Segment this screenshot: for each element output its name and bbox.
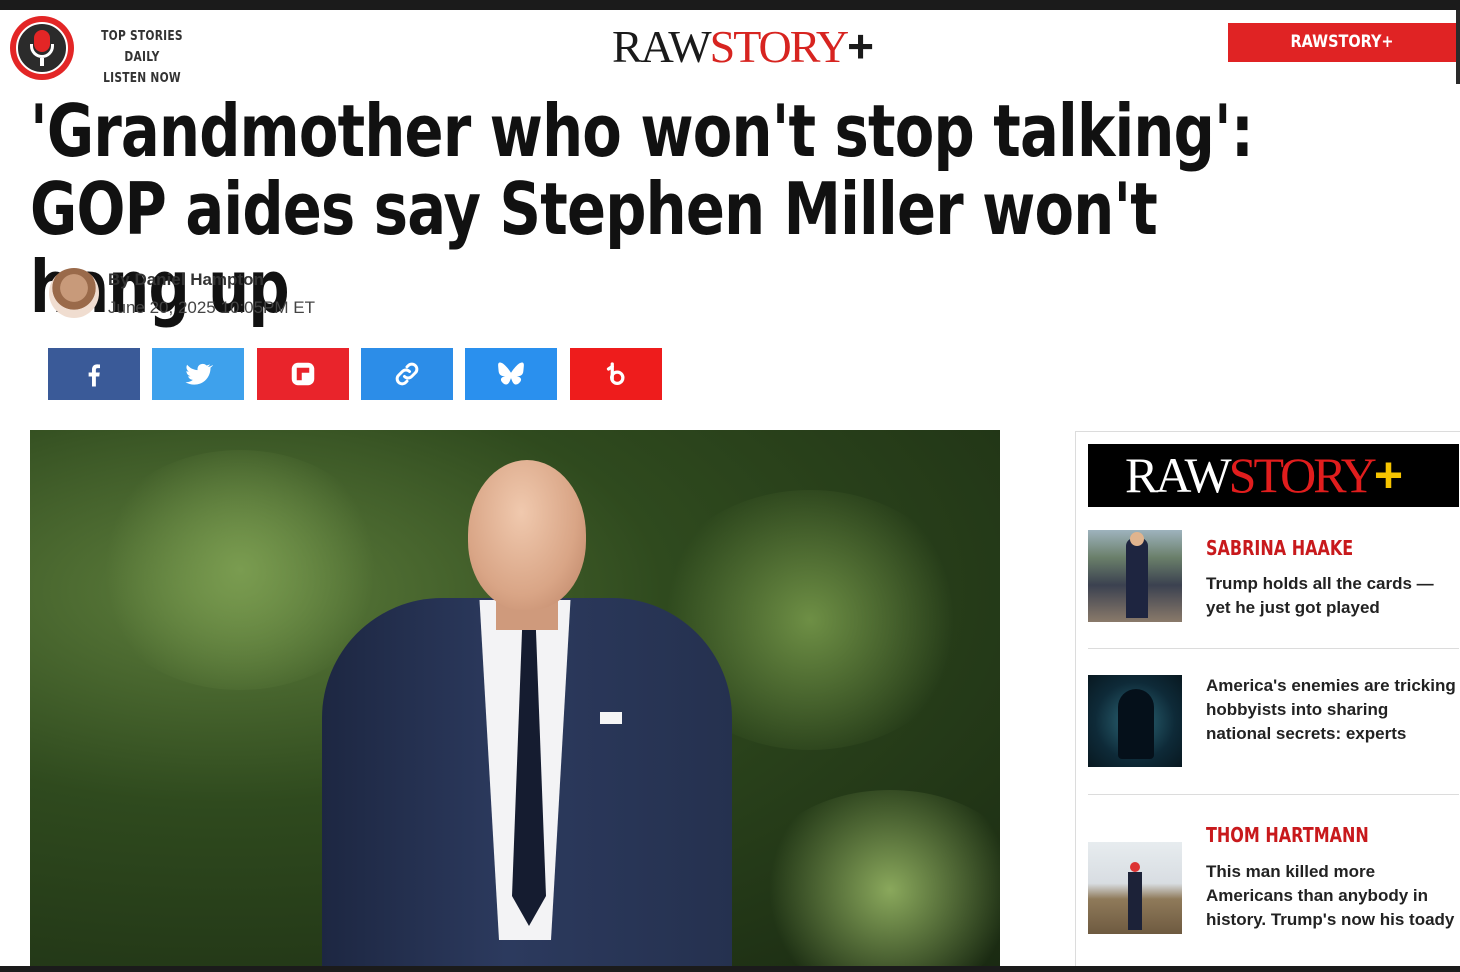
top-bar — [0, 0, 1460, 10]
share-bebe-button[interactable] — [570, 348, 662, 400]
story-author[interactable]: THOM HARTMANN — [1206, 823, 1369, 847]
bebe-icon — [606, 362, 625, 385]
twitter-icon — [185, 363, 213, 385]
podcast-badge-icon[interactable] — [10, 16, 74, 80]
sidebar-logo[interactable]: RAWSTORY+ — [1088, 444, 1459, 507]
logo-raw: RAW — [612, 21, 712, 72]
article-headline: 'Grandmother who won't stop talking': GO… — [30, 89, 1254, 329]
link-icon — [395, 362, 419, 386]
share-bluesky-button[interactable] — [465, 348, 557, 400]
sidebar-logo-raw: RAW — [1125, 447, 1232, 503]
story-author[interactable]: SABRINA HAAKE — [1206, 536, 1353, 560]
story-thumbnail[interactable] — [1088, 675, 1182, 767]
article-hero-image — [30, 430, 1000, 966]
sidebar-logo-story: STORY — [1228, 447, 1377, 503]
exclusives-button[interactable]: RAWSTORY+ EXCLUSIVES — [1228, 23, 1456, 91]
bluesky-icon — [498, 362, 524, 385]
logo-story: STORY — [709, 21, 849, 72]
podcast-line-1: TOP STORIES DAILY — [101, 29, 183, 65]
share-flipboard-button[interactable] — [257, 348, 349, 400]
story-title-link[interactable]: This man killed more Americans than anyb… — [1206, 860, 1456, 932]
author-byline[interactable]: By Daniel Hampton — [108, 270, 264, 290]
podcast-line-2: LISTEN NOW — [103, 71, 181, 86]
podcast-promo-link[interactable]: TOP STORIES DAILY LISTEN NOW — [90, 26, 195, 89]
share-twitter-button[interactable] — [152, 348, 244, 400]
facebook-icon — [88, 364, 100, 387]
site-logo[interactable]: RAWSTORY+ — [612, 20, 874, 72]
story-title-link[interactable]: America's enemies are tricking hobbyists… — [1206, 674, 1456, 746]
publish-date: June 20, 2025 10:05PM ET — [108, 298, 315, 317]
story-title-link[interactable]: Trump holds all the cards — yet he just … — [1206, 572, 1456, 620]
bottom-bar — [0, 966, 1460, 972]
exclusives-label: RAWSTORY+ EXCLUSIVES — [1290, 32, 1394, 91]
window-edge — [1456, 10, 1460, 84]
logo-plus: + — [847, 20, 874, 72]
story-thumbnail[interactable] — [1088, 842, 1182, 934]
story-thumbnail[interactable] — [1088, 530, 1182, 622]
sidebar-logo-plus: + — [1373, 447, 1403, 503]
author-avatar[interactable] — [49, 268, 99, 318]
share-facebook-button[interactable] — [48, 348, 140, 400]
divider — [1088, 648, 1459, 649]
flipboard-icon — [291, 362, 315, 386]
divider — [1088, 794, 1459, 795]
copy-link-button[interactable] — [361, 348, 453, 400]
